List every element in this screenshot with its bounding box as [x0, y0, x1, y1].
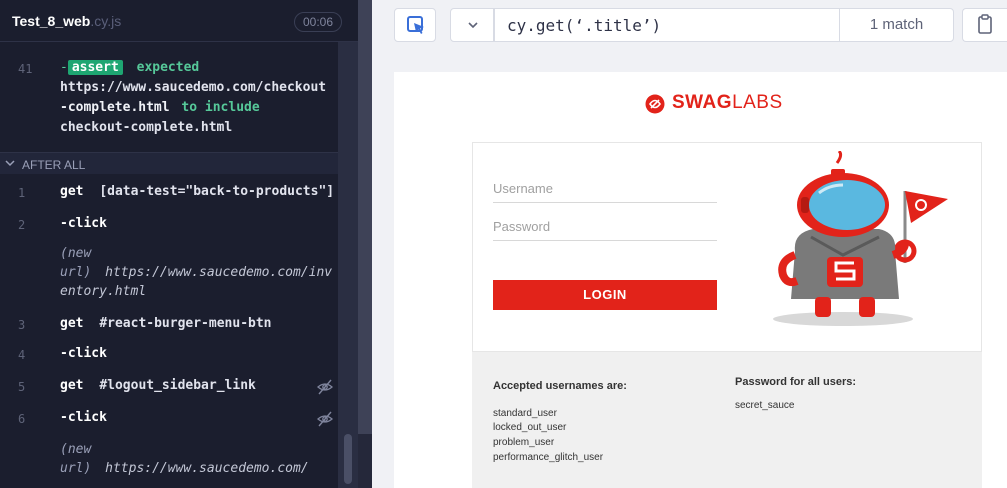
assert-badge: assert	[67, 60, 123, 75]
new-url-label: url)	[60, 265, 92, 280]
cursor-select-icon	[407, 16, 424, 34]
command-row[interactable]: 2 -click	[0, 214, 358, 240]
chevron-down-icon	[468, 22, 478, 29]
command-number: 1	[18, 186, 26, 200]
command-text: -click	[60, 346, 107, 361]
username-list-item: standard_user	[493, 408, 557, 419]
swag-labs-logo-icon	[645, 94, 665, 114]
command-number: 3	[18, 318, 26, 332]
logo-text-bold: SWAG	[672, 92, 733, 113]
assert-line-3-url: -complete.html	[60, 100, 170, 115]
new-url-value: https://www.saucedemo.com/inv	[105, 265, 333, 280]
panel-resize-divider[interactable]	[358, 0, 372, 488]
assert-line-2: https://www.saucedemo.com/checkout	[60, 80, 327, 95]
match-count: 1 match	[839, 8, 953, 42]
command-row[interactable]: 1 get [data-test="back-to-products"]	[0, 182, 358, 208]
password-value: secret_sauce	[735, 400, 795, 411]
selector-expression: cy.get(‘.title’)	[507, 16, 661, 35]
selector-type-dropdown[interactable]	[450, 8, 494, 42]
command-name: -click	[60, 410, 107, 425]
command-number: 4	[18, 348, 26, 362]
command-name: get	[60, 316, 84, 331]
login-form: Username Password LOGIN	[472, 142, 982, 352]
command-text: get #logout_sidebar_link	[60, 378, 256, 393]
application-under-test: SWAGLABS Username Password LOGIN Accepte…	[394, 72, 1007, 488]
run-timer: 00:06	[293, 12, 342, 32]
new-url-value: https://www.saucedemo.com/	[105, 461, 309, 476]
username-list-item: locked_out_user	[493, 422, 567, 433]
new-url-label: url)	[60, 461, 92, 476]
assert-line-4: checkout-complete.html	[60, 120, 233, 135]
command-text: -click	[60, 410, 107, 425]
command-log: Test_8_web.cy.js 00:06 41 - assert expect…	[0, 0, 358, 488]
assert-command-row[interactable]: 41 - assert expected https://www.saucedem…	[0, 58, 358, 148]
new-url-line-2: url) https://www.saucedemo.com/inv	[60, 265, 332, 280]
new-url-line-2: url) https://www.saucedemo.com/	[60, 461, 309, 476]
new-url-event[interactable]: (new url) https://www.saucedemo.com/inv …	[0, 244, 358, 304]
assert-line-1: - assert expected	[60, 60, 199, 75]
spec-name: Test_8_web	[12, 13, 91, 29]
command-number: 2	[18, 218, 26, 232]
login-button[interactable]: LOGIN	[493, 280, 717, 310]
accepted-usernames-heading: Accepted usernames are:	[493, 380, 627, 392]
command-name: get	[60, 378, 84, 393]
credentials-info-panel: Accepted usernames are: standard_user lo…	[472, 352, 982, 488]
after-all-section-header[interactable]: AFTER ALL	[0, 152, 358, 174]
new-url-event[interactable]: (new url) https://www.saucedemo.com/	[0, 440, 358, 488]
username-list-item: problem_user	[493, 437, 555, 448]
command-log-scrollbar[interactable]	[338, 42, 358, 488]
password-placeholder: Password	[493, 219, 551, 234]
password-heading: Password for all users:	[735, 376, 857, 388]
eye-slash-icon[interactable]	[316, 410, 334, 428]
new-url-line-1: (new	[60, 442, 92, 457]
clipboard-icon	[978, 14, 992, 34]
command-text: get #react-burger-menu-btn	[60, 316, 272, 331]
command-arg: #logout_sidebar_link	[99, 378, 256, 393]
username-list-item: performance_glitch_user	[493, 452, 604, 463]
after-all-label: AFTER ALL	[22, 158, 86, 172]
logo-text-thin: LABS	[732, 92, 783, 113]
selector-picker-button[interactable]	[394, 8, 436, 42]
eye-slash-icon[interactable]	[316, 378, 334, 396]
command-arg: [data-test="back-to-products"]	[99, 184, 335, 199]
selector-playground-bar: cy.get(‘.title’) 1 match	[372, 0, 1007, 50]
command-row[interactable]: 6 -click	[0, 408, 358, 434]
selector-suffix: )	[651, 16, 662, 35]
app-preview-panel: cy.get(‘.title’) 1 match SWAGLABS Userna…	[372, 0, 1007, 488]
chevron-down-icon	[5, 160, 15, 167]
command-text: -click	[60, 216, 107, 231]
divider-handle[interactable]	[358, 434, 372, 488]
command-name: -click	[60, 346, 107, 361]
command-number: 6	[18, 412, 26, 426]
spec-title[interactable]: Test_8_web.cy.js	[12, 13, 121, 29]
username-placeholder: Username	[493, 181, 553, 196]
new-url-line-1: (new	[60, 246, 92, 261]
assert-line-3-op: to include	[181, 100, 260, 115]
swag-labs-logo: SWAGLABS	[672, 92, 783, 114]
command-row[interactable]: 3 get #react-burger-menu-btn	[0, 314, 358, 340]
command-number: 5	[18, 380, 26, 394]
command-number: 41	[18, 62, 33, 76]
password-field[interactable]: Password	[493, 215, 717, 241]
selector-prefix: cy.get(	[507, 16, 575, 35]
robot-mascot-image	[773, 151, 948, 326]
spec-extension: .cy.js	[90, 13, 122, 29]
selector-value: ‘.title’	[574, 16, 652, 35]
command-name: get	[60, 184, 84, 199]
command-arg: #react-burger-menu-btn	[99, 316, 272, 331]
assert-line-3: -complete.html to include	[60, 100, 260, 115]
new-url-value-cont: entory.html	[60, 284, 147, 299]
command-row[interactable]: 5 get #logout_sidebar_link	[0, 376, 358, 402]
assert-dash: -	[60, 60, 68, 75]
command-name: -click	[60, 216, 107, 231]
assert-expected-label: expected	[136, 60, 200, 75]
scrollbar-thumb[interactable]	[344, 434, 352, 484]
copy-selector-button[interactable]	[962, 8, 1007, 42]
command-text: get [data-test="back-to-products"]	[60, 184, 334, 199]
new-url-line-3: entory.html	[60, 284, 146, 299]
command-row[interactable]: 4 -click	[0, 344, 358, 370]
username-field[interactable]: Username	[493, 177, 717, 203]
command-log-header: Test_8_web.cy.js 00:06	[0, 0, 358, 42]
